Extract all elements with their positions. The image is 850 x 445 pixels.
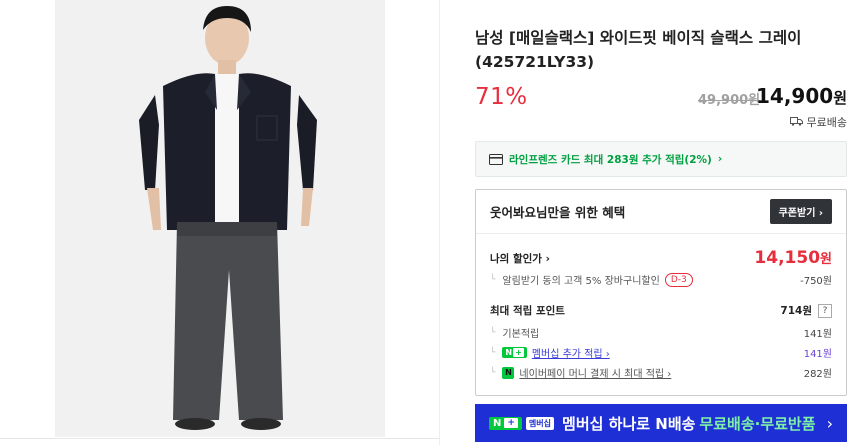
npay-point-value: 282원 (803, 369, 832, 380)
membership-point-value: 141원 (803, 349, 832, 360)
product-image-panel (0, 0, 440, 445)
banner-highlight: 무료배송·무료반품 (699, 414, 816, 433)
help-icon[interactable]: ? (818, 303, 832, 318)
alarm-discount-value: -750원 (800, 276, 832, 287)
product-title: 남성 [매일슬랙스] 와이드핏 베이직 슬랙스 그레이 (425721LY33) (475, 29, 802, 71)
discount-rate: 71% (475, 84, 528, 110)
npay-point-row: └ N 네이버페이 머니 결제 시 최대 적립 › 282원 (490, 365, 832, 380)
shipping-label: 무료배송 (806, 116, 847, 129)
deadline-badge: D-3 (664, 272, 693, 287)
max-point-value: 714원 (780, 305, 812, 317)
coupon-button[interactable]: 쿠폰받기 › (769, 199, 832, 224)
product-info-panel: 남성 [매일슬랙스] 와이드핏 베이직 슬랙스 그레이 (425721LY33)… (475, 0, 847, 445)
shipping-info: 무료배송 (789, 114, 847, 130)
my-discount-price-number: 14,150 (754, 248, 821, 268)
original-price: 49,900원 (698, 93, 761, 108)
alarm-discount-row: └ 알림받기 동의 고객 5% 장바구니할인 D-3 -750원 (490, 272, 832, 287)
base-point-row: └ 기본적립 141원 (490, 325, 832, 341)
max-point-label: 최대 적립 포인트 (490, 305, 565, 317)
divider (0, 438, 439, 439)
benefit-box: 웃어봐요님만을 위한 혜택 쿠폰받기 › 나의 할인가 › 14,150원 └ … (475, 189, 847, 396)
my-discount-link[interactable]: 나의 할인가 › (490, 251, 550, 266)
credit-card-icon (489, 150, 503, 169)
naver-plus-logo-icon: N + (489, 416, 522, 430)
my-discount-price: 14,150원 (754, 248, 832, 268)
banner-text: 멤버십 하나로 N배송 (562, 414, 696, 433)
membership-tag: 멤버십 (525, 416, 555, 430)
model-illustration (55, 0, 385, 437)
benefit-header: 웃어봐요님만을 위한 혜택 쿠폰받기 › (476, 190, 846, 234)
my-discount-price-unit: 원 (820, 252, 832, 267)
card-promo[interactable]: 라인프렌즈 카드 최대 283원 추가 적립(2%) › (475, 141, 847, 177)
chevron-right-icon: › (826, 413, 833, 433)
membership-banner[interactable]: N + 멤버십 멤버십 하나로 N배송 무료배송·무료반품 › (475, 404, 847, 442)
membership-point-link[interactable]: 멤버십 추가 적립 › (532, 345, 610, 360)
product-photo[interactable] (55, 0, 385, 437)
indent-corner-icon: └ (490, 347, 496, 358)
chevron-right-icon: › (717, 153, 723, 165)
indent-corner-icon: └ (490, 367, 496, 378)
sale-price-unit: 원 (833, 89, 847, 107)
card-promo-text: 라인프렌즈 카드 최대 283원 추가 적립(2%) (509, 153, 712, 166)
naver-plus-badge-icon: N + (502, 347, 527, 358)
base-point-label: 기본적립 (502, 329, 540, 340)
npay-point-link[interactable]: 네이버페이 머니 결제 시 최대 적립 › (519, 365, 671, 380)
indent-corner-icon: └ (490, 327, 496, 338)
max-point-row: 최대 적립 포인트 714원 ? (490, 303, 832, 318)
membership-point-row: └ N + 멤버십 추가 적립 › 141원 (490, 345, 832, 360)
my-discount-row: 나의 할인가 › 14,150원 (490, 248, 832, 268)
benefit-title: 웃어봐요님만을 위한 혜택 (490, 205, 626, 220)
sale-price: 14,900원 (756, 84, 847, 108)
sale-price-number: 14,900 (756, 84, 834, 108)
naver-pay-icon: N (502, 366, 515, 379)
alarm-discount-label: 알림받기 동의 고객 5% 장바구니할인 (502, 276, 660, 287)
indent-corner-icon: └ (490, 274, 496, 285)
base-point-value: 141원 (803, 329, 832, 340)
truck-icon (789, 116, 803, 129)
